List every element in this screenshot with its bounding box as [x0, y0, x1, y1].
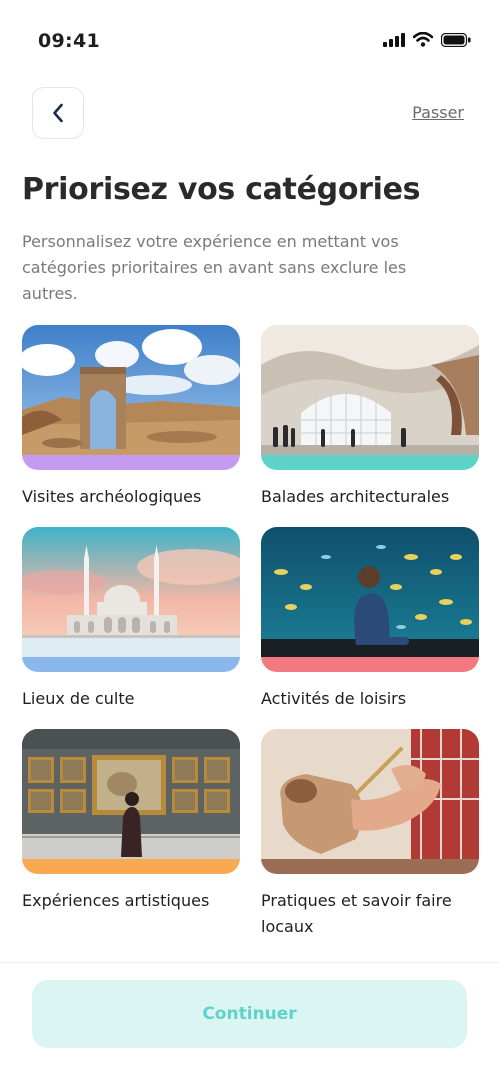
category-label: Pratiques et savoir faire locaux	[261, 891, 452, 936]
status-time: 09:41	[38, 30, 100, 52]
category-label: Activités de loisirs	[261, 689, 407, 708]
category-label: Expériences artistiques	[22, 891, 210, 910]
category-label: Balades architecturales	[261, 487, 450, 506]
battery-icon	[441, 32, 471, 47]
page-title: Priorisez vos catégories	[22, 172, 421, 207]
category-card-art[interactable]: Expériences artistiques	[22, 729, 240, 914]
category-image-architecture	[261, 325, 479, 470]
footer-divider	[0, 962, 499, 963]
chevron-left-icon	[53, 103, 63, 123]
status-icons	[383, 32, 471, 47]
category-color-band	[22, 657, 240, 672]
category-image-local-crafts	[261, 729, 479, 874]
category-color-band	[261, 455, 479, 470]
category-card-leisure[interactable]: Activités de loisirs	[261, 527, 479, 712]
category-card-architecture[interactable]: Balades architecturales	[261, 325, 479, 510]
category-color-band	[261, 859, 479, 874]
category-color-band	[261, 657, 479, 672]
category-label: Visites archéologiques	[22, 487, 202, 506]
category-image-worship	[22, 527, 240, 672]
page-subtitle: Personnalisez votre expérience en mettan…	[22, 232, 407, 303]
continue-button[interactable]: Continuer	[32, 980, 467, 1048]
skip-link[interactable]: Passer	[412, 103, 464, 122]
category-image-archaeology	[22, 325, 240, 470]
category-color-band	[22, 455, 240, 470]
category-card-local-crafts[interactable]: Pratiques et savoir faire locaux	[261, 729, 479, 940]
category-image-art	[22, 729, 240, 874]
category-label: Lieux de culte	[22, 689, 135, 708]
cellular-signal-icon	[383, 32, 405, 47]
category-color-band	[22, 859, 240, 874]
category-card-archaeology[interactable]: Visites archéologiques	[22, 325, 240, 510]
wifi-icon	[413, 32, 433, 47]
status-bar: 09:41	[0, 0, 499, 80]
category-card-worship[interactable]: Lieux de culte	[22, 527, 240, 712]
back-button[interactable]	[32, 87, 84, 139]
category-image-leisure	[261, 527, 479, 672]
